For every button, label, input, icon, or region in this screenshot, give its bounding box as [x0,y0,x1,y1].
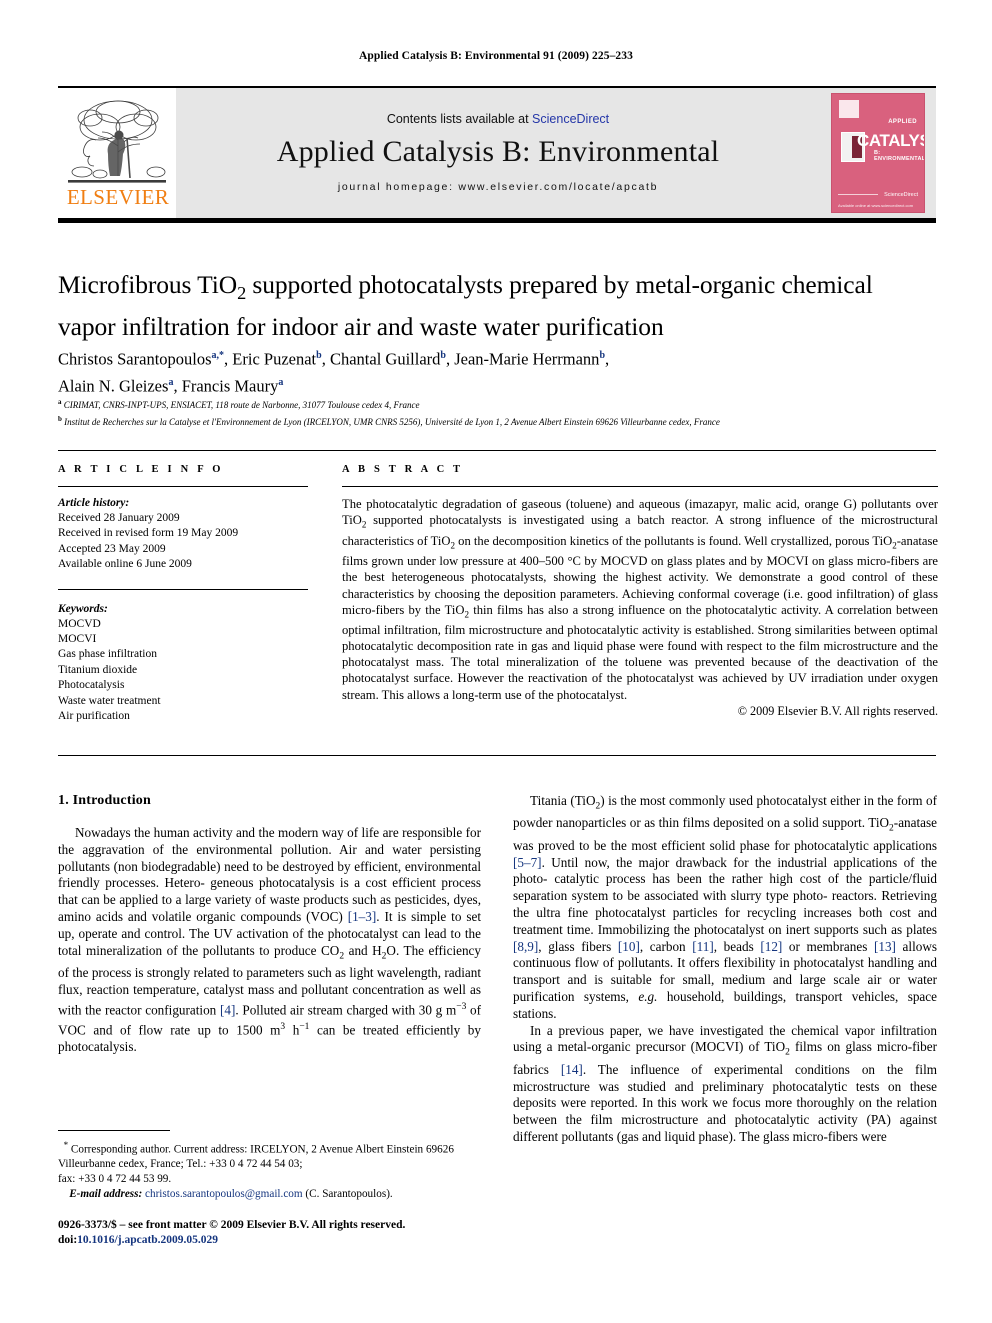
keyword-item: Waste water treatment [58,694,161,707]
citation-ref[interactable]: [14] [561,1062,583,1077]
author-affil-mark: b [599,350,605,361]
footnote-line-1: Corresponding author. Current address: I… [58,1143,454,1171]
abstract-rule [342,486,938,487]
email-link[interactable]: christos.sarantopoulos@gmail.com [145,1188,303,1200]
keywords-block: Keywords: MOCVD MOCVI Gas phase infiltra… [58,602,308,725]
running-head: Applied Catalysis B: Environmental 91 (2… [359,50,633,62]
email-owner: (C. Sarantopoulos). [305,1187,393,1200]
info-bottom-rule [58,755,936,756]
corresponding-author-footnote: * Corresponding author. Current address:… [58,1130,481,1201]
keyword-item: MOCVI [58,633,97,646]
author-affil-mark: a,* [211,350,225,361]
cover-subtitle: B: ENVIRONMENTAL [874,150,925,162]
keyword-item: Titanium dioxide [58,663,138,676]
journal-homepage-link[interactable]: journal homepage: www.elsevier.com/locat… [338,181,658,193]
affiliations: a CIRIMAT, CNRS-INPT-UPS, ENSIACET, 118 … [58,396,942,429]
keyword-item: Air purification [58,710,130,723]
article-info-column: A R T I C L E I N F O Article history: R… [58,464,308,724]
journal-title: Applied Catalysis B: Environmental [276,134,720,168]
journal-cover-image: APPLIED CATALYSIS B: ENVIRONMENTAL Scien… [831,93,925,213]
keyword-item: Gas phase infiltration [58,648,158,661]
body-column-right: Titania (TiO2) is the most commonly used… [513,793,937,1146]
journal-cover-block: APPLIED CATALYSIS B: ENVIRONMENTAL Scien… [820,88,936,218]
article-info-heading: A R T I C L E I N F O [58,464,224,475]
author-affil-mark: b [316,350,322,361]
citation-ref[interactable]: [8,9] [513,939,538,954]
keywords-rule [58,588,308,590]
abstract-text: The photocatalytic degradation of gaseou… [342,497,938,702]
article-history-list: Received 28 January 2009 Received in rev… [58,511,308,573]
contents-available-line: Contents lists available at ScienceDirec… [387,112,609,126]
history-item: Accepted 23 May 2009 [58,542,166,555]
email-label: E-mail address: [69,1187,143,1200]
sciencedirect-link[interactable]: ScienceDirect [532,112,609,126]
journal-article-page: Applied Catalysis B: Environmental 91 (2… [0,0,992,1323]
abstract-heading: A B S T R A C T [342,464,464,475]
abstract-copyright: © 2009 Elsevier B.V. All rights reserved… [737,703,938,718]
footnote-star-marker: * [63,1140,69,1150]
masthead-center: Contents lists available at ScienceDirec… [176,88,820,218]
citation-ref[interactable]: [12] [760,939,782,954]
affiliation-b-text: Institut de Recherches sur la Catalyse e… [64,416,720,427]
abstract-column: A B S T R A C T The photocatalytic degra… [342,464,938,719]
cover-sciencedirect-label: ScienceDirect [884,192,918,198]
keyword-item: Photocatalysis [58,679,125,692]
cover-footer-label: Available online at www.sciencedirect.co… [838,203,914,208]
elsevier-tree-icon [68,100,166,183]
imprint-doi-line: doi:10.1016/j.apcatb.2009.05.029 [58,1233,488,1248]
cover-main-title: CATALYSIS [857,131,924,150]
cover-applied-label: APPLIED [888,119,917,125]
contents-prefix: Contents lists available at [386,111,533,126]
article-history-label: Article history: [58,497,130,509]
doi-label: doi: [58,1234,78,1246]
journal-masthead: ELSEVIER Contents lists available at Sci… [58,86,936,223]
author-affil-mark: a [168,376,174,388]
imprint-block: 0926-3373/$ – see front matter © 2009 El… [58,1218,488,1248]
history-item: Received in revised form 19 May 2009 [58,527,239,540]
section-heading-introduction: 1. Introduction [58,793,151,808]
doi-link[interactable]: 10.1016/j.apcatb.2009.05.029 [77,1234,218,1246]
affiliation-a-text: CIRIMAT, CNRS-INPT-UPS, ENSIACET, 118 ro… [63,400,420,410]
history-item: Available online 6 June 2009 [58,558,192,571]
footnote-text: * Corresponding author. Current address:… [58,1138,481,1201]
article-title: Microfibrous TiO2 supported photocatalys… [58,270,873,342]
keywords-list: MOCVD MOCVI Gas phase infiltration Titan… [58,617,308,725]
author-list: Christos Sarantopoulosa,*, Eric Puzenatb… [58,349,610,396]
elsevier-logo-block: ELSEVIER [58,88,176,218]
imprint-line-1: 0926-3373/$ – see front matter © 2009 El… [58,1219,406,1231]
info-top-rule [58,450,936,451]
keywords-label: Keywords: [58,602,108,615]
footnote-line-3: fax: +33 0 4 72 44 53 99. [58,1172,172,1185]
affiliation-b: b Institut de Recherches sur la Catalyse… [58,414,720,427]
intro-paragraph-1: Nowadays the human activity and the mode… [58,825,482,1054]
cover-publisher-logo-icon [839,100,859,118]
citation-ref[interactable]: [10] [618,939,640,954]
citation-ref[interactable]: [13] [874,939,896,954]
keyword-item: MOCVD [58,617,101,630]
footnote-rule [58,1130,170,1131]
citation-ref[interactable]: [11] [692,939,713,954]
cover-divider [838,194,878,195]
intro-paragraph-2: Titania (TiO2) is the most commonly used… [513,793,937,1021]
intro-paragraph-3: In a previous paper, we have investigate… [513,1022,938,1145]
author-affil-mark: a [278,376,284,388]
citation-ref[interactable]: [1–3] [348,909,377,924]
article-info-rule [58,486,308,487]
elsevier-wordmark: ELSEVIER [66,185,170,209]
author-affil-mark: b [440,350,446,361]
history-item: Received 28 January 2009 [58,512,180,524]
affiliation-a: a CIRIMAT, CNRS-INPT-UPS, ENSIACET, 118 … [58,398,420,410]
citation-ref[interactable]: [4] [220,1002,235,1017]
body-column-left: 1. Introduction Nowadays the human activ… [58,793,481,1056]
citation-ref[interactable]: [5–7] [513,855,542,870]
